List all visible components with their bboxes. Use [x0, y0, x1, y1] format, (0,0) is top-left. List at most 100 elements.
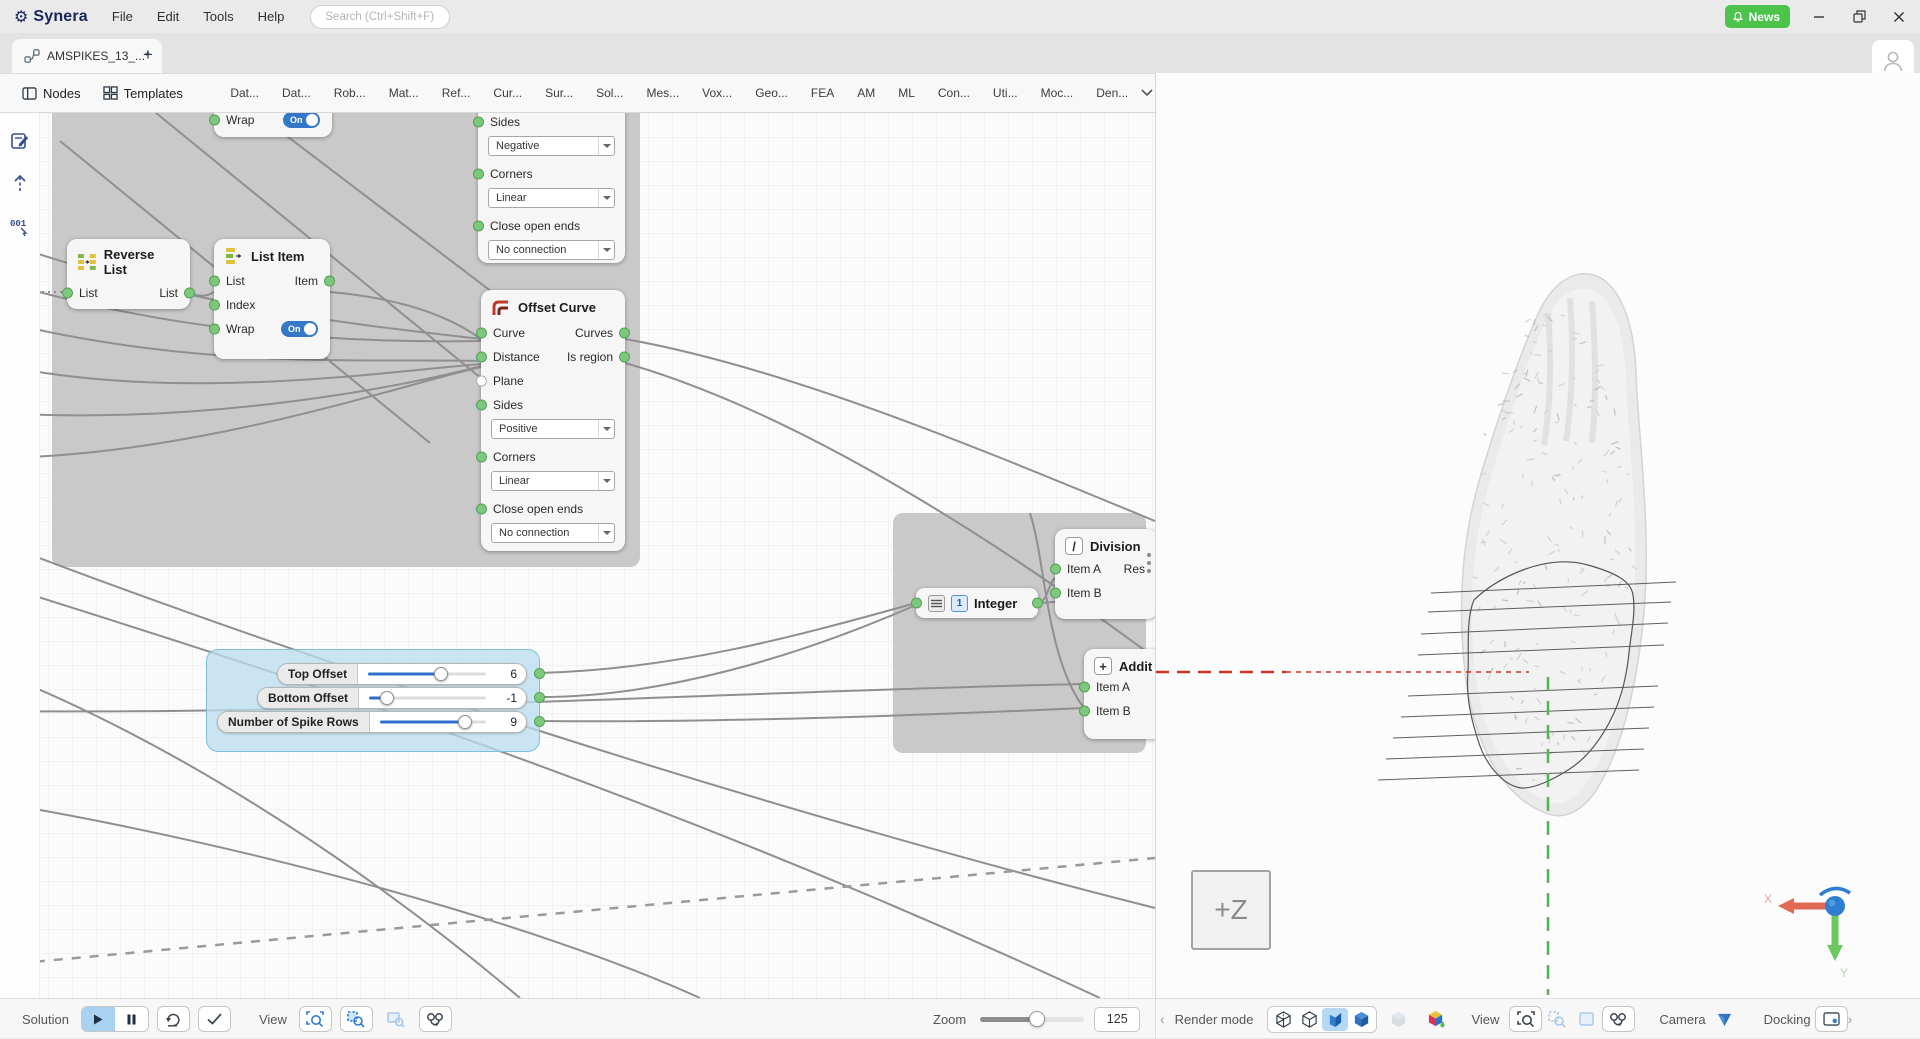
- upload-arrow-icon[interactable]: [12, 174, 28, 199]
- zoom-slider[interactable]: [980, 1017, 1084, 1022]
- port-curve-in[interactable]: [476, 328, 487, 339]
- global-search[interactable]: [310, 5, 450, 29]
- restore-button[interactable]: [1848, 6, 1870, 28]
- tab-data-1[interactable]: Dat...: [219, 86, 271, 100]
- toolbar-chevron-down-icon[interactable]: [1140, 84, 1154, 102]
- slider-knob[interactable]: [458, 715, 472, 729]
- tab-control[interactable]: Con...: [926, 86, 981, 100]
- dependencies-button[interactable]: [419, 1006, 452, 1032]
- tab-mockup[interactable]: Moc...: [1029, 86, 1085, 100]
- orientation-cube-z[interactable]: +Z: [1191, 870, 1271, 950]
- node-reverse-list[interactable]: Reverse List List List: [67, 239, 190, 309]
- node-integer[interactable]: 1 Integer: [916, 588, 1038, 618]
- port-index-in[interactable]: [209, 300, 220, 311]
- port-list-out[interactable]: [184, 288, 195, 299]
- viewport-3d[interactable]: +Z X Y: [1155, 73, 1920, 998]
- port-item-a-in[interactable]: [1079, 682, 1090, 693]
- expand-right-icon[interactable]: ›: [1848, 1011, 1853, 1027]
- wrap-toggle-on[interactable]: On: [281, 321, 318, 337]
- node-list-item[interactable]: List Item List Item Index Wrap On: [214, 239, 330, 359]
- node-canvas[interactable]: 001 Wrap On Reverse List: [0, 113, 1155, 998]
- menu-edit[interactable]: Edit: [157, 9, 179, 24]
- render-hidden-line-button[interactable]: [1296, 1008, 1322, 1031]
- port-spike-rows-out[interactable]: [534, 716, 545, 727]
- menu-tools[interactable]: Tools: [203, 9, 233, 24]
- port-is-region-out[interactable]: [619, 352, 630, 363]
- port-close-open-ends-in[interactable]: [473, 221, 484, 232]
- port-corners-in[interactable]: [473, 169, 484, 180]
- play-button[interactable]: [82, 1007, 115, 1031]
- menu-help[interactable]: Help: [258, 9, 285, 24]
- port-item-a-in[interactable]: [1050, 564, 1061, 575]
- axis-gizmo[interactable]: X Y: [1756, 873, 1866, 983]
- port-distance-in[interactable]: [476, 352, 487, 363]
- close-button[interactable]: [1888, 6, 1910, 28]
- slider-spike-rows[interactable]: Number of Spike Rows 9: [217, 711, 527, 733]
- tab-materials[interactable]: Mat...: [377, 86, 430, 100]
- collapse-left-icon[interactable]: ‹: [1160, 1011, 1165, 1027]
- tab-voxel[interactable]: Vox...: [691, 86, 744, 100]
- port-corners-in[interactable]: [476, 452, 487, 463]
- notes-icon[interactable]: [10, 131, 30, 156]
- slider-group-panel[interactable]: Top Offset 6 Bottom Offset -1 Number of …: [206, 649, 540, 752]
- port-top-offset-out[interactable]: [534, 668, 545, 679]
- tab-utilities[interactable]: Uti...: [981, 86, 1029, 100]
- port-bottom-offset-out[interactable]: [534, 692, 545, 703]
- tab-geometry[interactable]: Geo...: [744, 86, 800, 100]
- node-partial-wrap[interactable]: Wrap On: [214, 113, 332, 137]
- node-division[interactable]: / Division Item A Res Item B: [1055, 529, 1155, 619]
- node-partial-params[interactable]: Sides Negative Corners Linear Close open…: [478, 113, 625, 263]
- tab-ml[interactable]: ML: [887, 86, 927, 100]
- slider-track[interactable]: -1: [359, 688, 526, 708]
- zoom-fit-button[interactable]: [299, 1006, 332, 1032]
- nodes-panel-button[interactable]: Nodes: [22, 86, 81, 101]
- tab-reference[interactable]: Ref...: [430, 86, 482, 100]
- loop-run-button[interactable]: [157, 1006, 190, 1032]
- node-offset-curve[interactable]: Offset Curve Curve Curves Distance Is re…: [481, 290, 625, 551]
- slider-knob[interactable]: [380, 691, 394, 705]
- port-item-b-in[interactable]: [1050, 588, 1061, 599]
- docking-button[interactable]: [1815, 1006, 1848, 1032]
- port-item-out[interactable]: [324, 276, 335, 287]
- slider-bottom-offset[interactable]: Bottom Offset -1: [257, 687, 527, 709]
- render-material-button[interactable]: [1423, 1008, 1449, 1031]
- news-button[interactable]: News: [1725, 5, 1790, 28]
- port-sides-in[interactable]: [473, 117, 484, 128]
- templates-panel-button[interactable]: Templates: [103, 86, 183, 101]
- render-shaded-button-active[interactable]: [1322, 1008, 1348, 1031]
- port-curves-out[interactable]: [619, 328, 630, 339]
- port-close-open-ends-in[interactable]: [476, 504, 487, 515]
- slider-track[interactable]: 9: [370, 712, 526, 732]
- port-plane-in[interactable]: [476, 376, 487, 387]
- zoom-value-input[interactable]: [1094, 1007, 1140, 1032]
- sides-dropdown[interactable]: Positive: [491, 419, 615, 439]
- corners-dropdown[interactable]: Linear: [491, 471, 615, 491]
- node-handle-dots[interactable]: [1147, 553, 1151, 573]
- tab-am[interactable]: AM: [846, 86, 887, 100]
- port-integer-in[interactable]: [911, 598, 922, 609]
- tab-solids[interactable]: Sol...: [585, 86, 635, 100]
- corners-dropdown[interactable]: Linear: [488, 188, 615, 208]
- tab-fea[interactable]: FEA: [799, 86, 845, 100]
- slider-knob[interactable]: [434, 667, 448, 681]
- search-input[interactable]: [325, 11, 479, 23]
- render-shaded-edges-button[interactable]: [1348, 1008, 1374, 1031]
- menu-file[interactable]: File: [112, 9, 133, 24]
- close-open-ends-dropdown[interactable]: No connection: [491, 523, 615, 543]
- tab-data-2[interactable]: Dat...: [271, 86, 323, 100]
- port-integer-out[interactable]: [1032, 598, 1043, 609]
- tab-mesh[interactable]: Mes...: [635, 86, 691, 100]
- zoom-selection-button[interactable]: [340, 1006, 373, 1032]
- port-list-in[interactable]: [62, 288, 73, 299]
- pause-button[interactable]: [115, 1007, 148, 1031]
- port-item-b-in[interactable]: [1079, 706, 1090, 717]
- node-addition[interactable]: + Addit Item A Item B: [1084, 649, 1155, 739]
- viewport-zoom-fit-button[interactable]: [1509, 1006, 1542, 1032]
- render-wireframe-button[interactable]: [1270, 1008, 1296, 1031]
- port-sides-in[interactable]: [476, 400, 487, 411]
- tab-robotics[interactable]: Rob...: [322, 86, 377, 100]
- port-wrap-in[interactable]: [209, 115, 220, 126]
- tab-curves[interactable]: Cur...: [482, 86, 534, 100]
- port-wrap-in[interactable]: [209, 324, 220, 335]
- validate-button[interactable]: [198, 1006, 231, 1032]
